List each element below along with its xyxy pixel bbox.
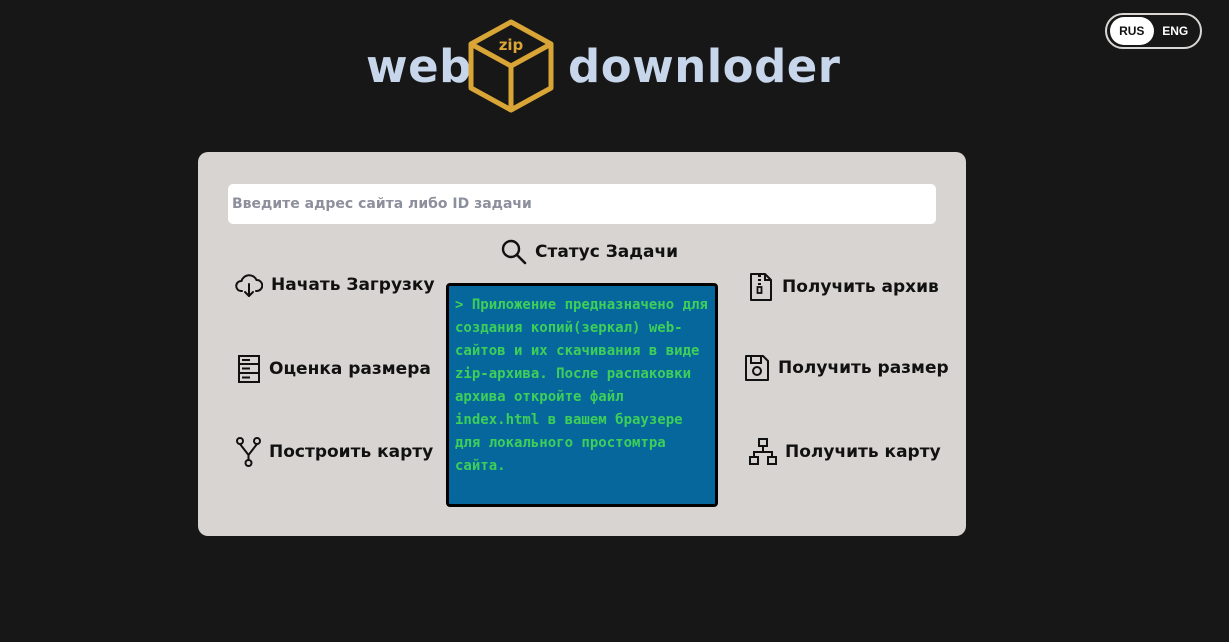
zip-file-icon — [750, 273, 772, 301]
cloud-download-icon — [235, 274, 263, 297]
logo-word-downloder: downloder — [568, 40, 841, 93]
zip-box-icon: zip — [468, 19, 554, 113]
search-input[interactable] — [228, 184, 936, 224]
get-archive-button[interactable]: Получить архив — [748, 272, 939, 302]
server-icon — [238, 355, 260, 383]
get-size-button[interactable]: Получить размер — [744, 354, 949, 382]
estimate-size-button[interactable]: Оценка размера — [237, 354, 431, 384]
floppy-disk-icon — [745, 355, 769, 381]
info-console: > Приложение предназначено для создания … — [446, 283, 718, 507]
estimate-size-label: Оценка размера — [269, 359, 431, 379]
logo-box-label: zip — [499, 36, 524, 54]
get-archive-label: Получить архив — [782, 277, 939, 297]
get-map-label: Получить карту — [785, 442, 941, 462]
logo-word-web: web — [366, 40, 472, 93]
language-switch[interactable]: RUS ENG — [1105, 13, 1202, 49]
search-icon — [501, 239, 527, 265]
get-size-label: Получить размер — [778, 358, 949, 378]
build-map-button[interactable]: Построить карту — [236, 437, 433, 467]
status-task-button[interactable]: Статус Задачи — [500, 238, 678, 265]
start-download-button[interactable]: Начать Загрузку — [235, 272, 435, 298]
git-fork-icon — [236, 437, 261, 467]
build-map-label: Построить карту — [269, 442, 434, 462]
get-map-button[interactable]: Получить карту — [749, 437, 941, 467]
start-download-label: Начать Загрузку — [271, 275, 435, 295]
sitemap-icon — [749, 438, 777, 465]
lang-option-rus[interactable]: RUS — [1110, 17, 1154, 45]
status-task-label: Статус Задачи — [535, 241, 679, 262]
main-panel: Статус Задачи Начать Загрузку Оценка раз… — [198, 152, 966, 536]
lang-option-eng[interactable]: ENG — [1154, 17, 1198, 45]
